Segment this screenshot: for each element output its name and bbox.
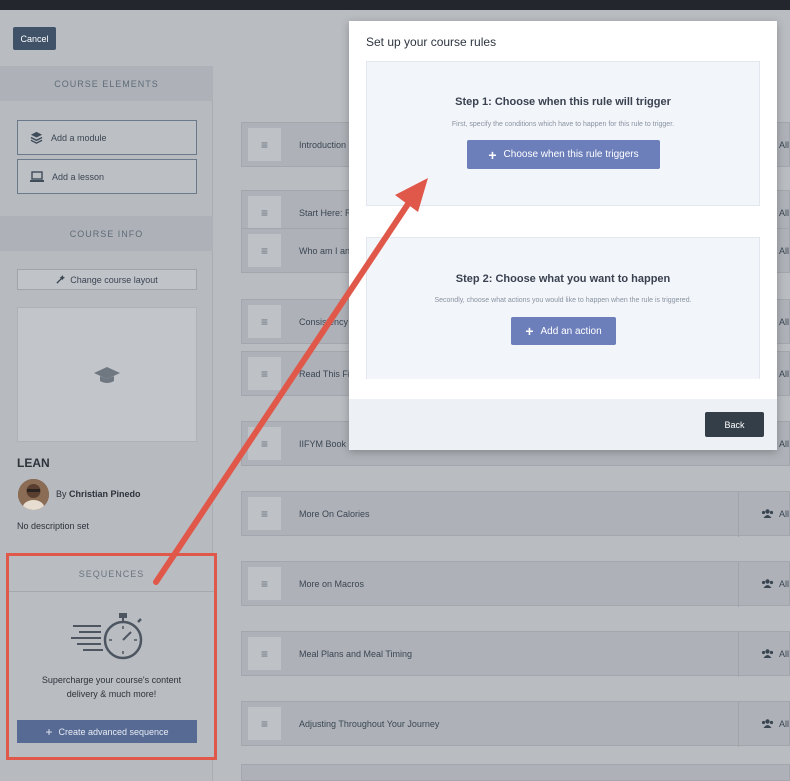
- lesson-title: More On Calories: [299, 508, 370, 519]
- lesson-row[interactable]: ≡ Adjusting Throughout Your Journey All: [241, 701, 790, 747]
- lesson-title: Adjusting Throughout Your Journey: [299, 718, 440, 729]
- users-icon: [761, 719, 774, 728]
- graduation-cap-icon: [94, 366, 120, 383]
- course-description: No description set: [17, 521, 90, 531]
- add-module-button[interactable]: Add a module: [17, 120, 197, 155]
- drag-handle-icon[interactable]: ≡: [248, 234, 281, 267]
- access-label: All: [778, 245, 789, 256]
- create-advanced-sequence-label: Create advanced sequence: [58, 726, 169, 737]
- drag-handle-icon[interactable]: ≡: [248, 305, 281, 338]
- create-advanced-sequence-button[interactable]: + Create advanced sequence: [17, 720, 197, 743]
- access-label: All: [761, 719, 789, 729]
- stopwatch-icon: [71, 613, 143, 660]
- access-label: All: [778, 368, 789, 379]
- step1-title: Step 1: Choose when this rule will trigg…: [455, 96, 671, 108]
- plus-icon: +: [488, 146, 497, 163]
- drag-handle-icon[interactable]: ≡: [248, 427, 281, 460]
- course-thumbnail[interactable]: [17, 307, 197, 442]
- drag-handle-icon[interactable]: ≡: [248, 637, 281, 670]
- lesson-title: Consistency: [299, 316, 349, 327]
- magic-wand-icon: [56, 275, 66, 284]
- modal-title: Set up your course rules: [366, 35, 497, 49]
- step1-panel: Step 1: Choose when this rule will trigg…: [366, 61, 760, 206]
- add-lesson-label: Add a lesson: [52, 171, 105, 182]
- author-avatar: [18, 479, 49, 510]
- lesson-title: Start Here: R: [299, 207, 352, 218]
- add-lesson-button[interactable]: Add a lesson: [17, 159, 197, 194]
- access-label: All: [778, 438, 789, 449]
- step2-panel: Step 2: Choose what you want to happen S…: [366, 237, 760, 379]
- access-label: All: [778, 139, 789, 150]
- sequences-text-line2: delivery & much more!: [66, 689, 157, 699]
- sequences-heading: SEQUENCES: [9, 556, 214, 592]
- lesson-row[interactable]: ≡ Meal Plans and Meal Timing All: [241, 631, 790, 677]
- lesson-title: Read This Fir: [299, 368, 353, 379]
- add-action-label: Add an action: [540, 325, 602, 337]
- sequences-text-line1: Supercharge your course's content: [41, 675, 182, 685]
- lesson-title: Meal Plans and Meal Timing: [299, 648, 413, 659]
- sequences-description: Supercharge your course's content delive…: [9, 673, 214, 701]
- course-name: LEAN: [17, 456, 50, 470]
- access-label: All: [778, 316, 789, 327]
- step1-subtitle: First, specify the conditions which have…: [451, 121, 675, 128]
- course-rules-modal: Set up your course rules Step 1: Choose …: [349, 21, 777, 450]
- lesson-row[interactable]: ≡ More On Calories All: [241, 491, 790, 537]
- add-module-label: Add a module: [51, 132, 107, 143]
- lesson-title: IIFYM Book D: [299, 438, 356, 449]
- lesson-title: Introduction: [299, 139, 347, 150]
- top-bar: [0, 0, 790, 10]
- access-label: All: [778, 207, 789, 218]
- choose-trigger-button[interactable]: + Choose when this rule triggers: [467, 140, 660, 169]
- cancel-button[interactable]: Cancel: [13, 27, 56, 50]
- access-label: All: [761, 579, 789, 589]
- users-icon: [761, 649, 774, 658]
- step2-title: Step 2: Choose what you want to happen: [455, 273, 671, 285]
- access-label: All: [761, 649, 789, 659]
- author-prefix: By: [56, 489, 67, 499]
- drag-handle-icon[interactable]: ≡: [248, 196, 281, 229]
- lesson-row[interactable]: ≡ More on Macros All: [241, 561, 790, 607]
- lesson-title: Who am I and: [299, 245, 356, 256]
- change-course-layout-label: Change course layout: [70, 274, 158, 285]
- drag-handle-icon[interactable]: ≡: [248, 128, 281, 161]
- choose-trigger-label: Choose when this rule triggers: [503, 149, 639, 160]
- drag-handle-icon[interactable]: ≡: [248, 567, 281, 600]
- laptop-icon: [30, 170, 44, 182]
- add-action-button[interactable]: + Add an action: [511, 317, 616, 345]
- change-course-layout-button[interactable]: Change course layout: [17, 269, 197, 290]
- lesson-title: More on Macros: [299, 578, 365, 589]
- access-label: All: [761, 509, 789, 519]
- users-icon: [761, 579, 774, 588]
- step2-subtitle: Secondly, choose what actions you would …: [434, 297, 692, 304]
- drag-handle-icon[interactable]: ≡: [248, 357, 281, 390]
- course-info-heading: COURSE INFO: [0, 216, 213, 251]
- drag-handle-icon[interactable]: ≡: [248, 497, 281, 530]
- author-line: By Christian Pinedo: [56, 489, 141, 499]
- layers-icon: [30, 131, 43, 144]
- plus-icon: +: [45, 724, 53, 739]
- users-icon: [761, 509, 774, 518]
- sequences-panel: SEQUENCES Supercharge your course's cont…: [6, 553, 217, 760]
- course-elements-heading: COURSE ELEMENTS: [0, 66, 213, 101]
- lesson-row[interactable]: [241, 764, 790, 781]
- back-button[interactable]: Back: [705, 412, 764, 437]
- plus-icon: +: [525, 323, 534, 339]
- drag-handle-icon[interactable]: ≡: [248, 707, 281, 740]
- author-name[interactable]: Christian Pinedo: [69, 489, 141, 499]
